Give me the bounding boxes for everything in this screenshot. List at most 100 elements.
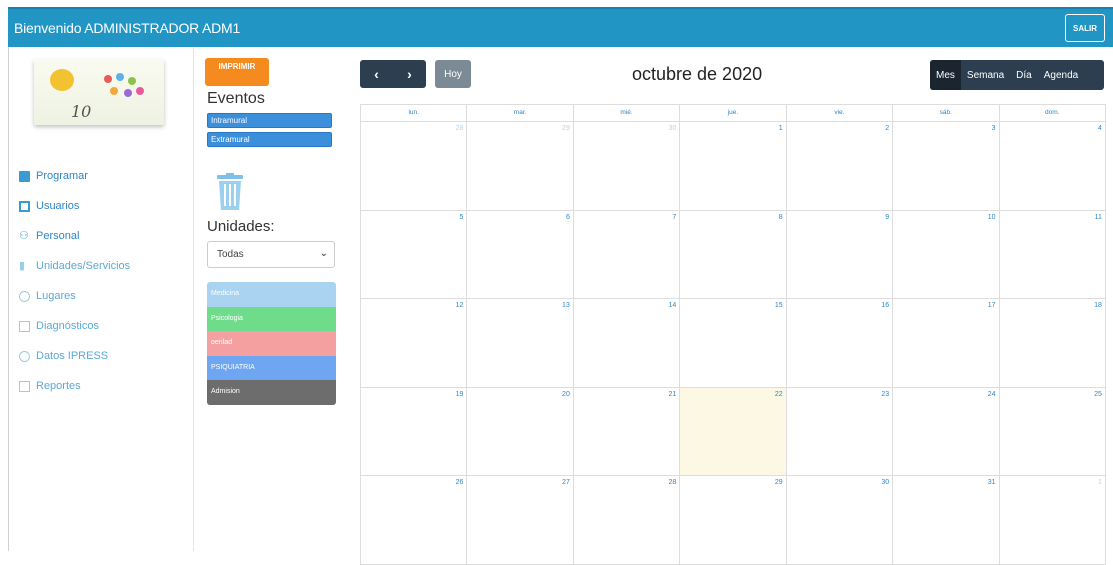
logo-ten: 10: [71, 102, 92, 121]
sidebar-item-datos-ipress[interactable]: Datos IPRESS: [19, 341, 189, 371]
view-day-button[interactable]: Día: [1010, 60, 1038, 90]
day-number[interactable]: 15: [775, 302, 783, 309]
day-number[interactable]: 2: [885, 125, 889, 132]
day-cell-today[interactable]: 22: [680, 387, 787, 476]
day-number[interactable]: 14: [668, 302, 676, 309]
units-list: Medicina Psicologia oenlad PSIQUIATRIA A…: [207, 282, 336, 405]
sidebar-item-personal[interactable]: ⚇ Personal: [19, 221, 189, 251]
event-extramural[interactable]: Extramural: [207, 132, 332, 147]
day-cell[interactable]: 24: [893, 387, 1000, 476]
day-number[interactable]: 13: [562, 302, 570, 309]
day-number[interactable]: 25: [1094, 391, 1102, 398]
day-cell[interactable]: 28: [573, 476, 681, 565]
day-number[interactable]: 6: [566, 214, 570, 221]
day-cell[interactable]: 10: [893, 210, 1000, 299]
day-cell[interactable]: 29: [467, 122, 574, 211]
event-intramural[interactable]: Intramural: [207, 113, 332, 128]
unit-admision[interactable]: Admision: [207, 380, 336, 405]
sidebar-item-lugares[interactable]: Lugares: [19, 281, 189, 311]
day-number[interactable]: 12: [456, 302, 464, 309]
view-agenda-button[interactable]: Agenda: [1038, 60, 1084, 90]
day-cell[interactable]: 18: [999, 299, 1106, 388]
day-number[interactable]: 1: [779, 125, 783, 132]
day-number[interactable]: 24: [988, 391, 996, 398]
day-cell[interactable]: 28: [361, 122, 468, 211]
units-select[interactable]: Todas ⌄: [207, 241, 335, 268]
day-number[interactable]: 23: [881, 391, 889, 398]
day-cell[interactable]: 7: [573, 210, 681, 299]
day-number[interactable]: 29: [562, 125, 570, 132]
day-cell[interactable]: 15: [680, 299, 787, 388]
day-number[interactable]: 7: [672, 214, 676, 221]
day-cell[interactable]: 16: [786, 299, 894, 388]
day-cell[interactable]: 31: [893, 476, 1000, 565]
day-cell[interactable]: 4: [999, 122, 1106, 211]
day-number[interactable]: 22: [775, 391, 783, 398]
sidebar-item-diagnosticos[interactable]: Diagnósticos: [19, 311, 189, 341]
day-number[interactable]: 21: [668, 391, 676, 398]
day-cell[interactable]: 11: [999, 210, 1106, 299]
day-number[interactable]: 16: [881, 302, 889, 309]
weekday-header: lun. mar. mié. jue. vie. sáb. dom.: [361, 105, 1106, 122]
unit-medicina[interactable]: Medicina: [207, 282, 336, 307]
day-cell[interactable]: 5: [361, 210, 468, 299]
day-cell[interactable]: 13: [467, 299, 574, 388]
view-month-button[interactable]: Mes: [930, 60, 961, 90]
day-cell[interactable]: 2: [786, 122, 894, 211]
day-number[interactable]: 31: [988, 479, 996, 486]
day-cell[interactable]: 8: [680, 210, 787, 299]
day-number[interactable]: 28: [668, 479, 676, 486]
day-cell[interactable]: 17: [893, 299, 1000, 388]
day-cell[interactable]: 3: [893, 122, 1000, 211]
day-number[interactable]: 18: [1094, 302, 1102, 309]
today-button[interactable]: Hoy: [435, 60, 471, 88]
chevron-right-icon[interactable]: ›: [393, 60, 426, 88]
day-cell[interactable]: 9: [786, 210, 894, 299]
units-selected-value: Todas: [217, 249, 244, 260]
day-cell[interactable]: 14: [573, 299, 681, 388]
day-number[interactable]: 8: [779, 214, 783, 221]
sidebar-item-usuarios[interactable]: Usuarios: [19, 191, 189, 221]
day-number[interactable]: 10: [988, 214, 996, 221]
sidebar-item-reportes[interactable]: Reportes: [19, 371, 189, 401]
day-number[interactable]: 9: [885, 214, 889, 221]
unit-psiquiatria[interactable]: PSIQUIATRIA: [207, 355, 336, 380]
day-cell[interactable]: 27: [467, 476, 574, 565]
unit-psicologia[interactable]: Psicologia: [207, 306, 336, 331]
day-number[interactable]: 26: [456, 479, 464, 486]
day-number[interactable]: 19: [456, 391, 464, 398]
day-cell[interactable]: 25: [999, 387, 1106, 476]
day-number[interactable]: 3: [992, 125, 996, 132]
day-cell[interactable]: 26: [361, 476, 468, 565]
day-cell[interactable]: 1: [999, 476, 1106, 565]
day-cell[interactable]: 20: [467, 387, 574, 476]
sidebar-item-unidades[interactable]: ▮ Unidades/Servicios: [19, 251, 189, 281]
sidebar-item-programar[interactable]: Programar: [19, 161, 189, 191]
day-number[interactable]: 1: [1098, 479, 1102, 486]
day-number[interactable]: 30: [668, 125, 676, 132]
day-number[interactable]: 30: [881, 479, 889, 486]
day-number[interactable]: 20: [562, 391, 570, 398]
day-cell[interactable]: 19: [361, 387, 468, 476]
logout-button[interactable]: SALIR: [1065, 14, 1105, 42]
day-number[interactable]: 27: [562, 479, 570, 486]
day-cell[interactable]: 29: [680, 476, 787, 565]
day-cell[interactable]: 1: [680, 122, 787, 211]
chevron-left-icon[interactable]: ‹: [360, 60, 393, 88]
day-number[interactable]: 4: [1098, 125, 1102, 132]
day-number[interactable]: 5: [460, 214, 464, 221]
trash-icon[interactable]: [216, 173, 244, 211]
print-button[interactable]: IMPRIMIR: [205, 58, 269, 86]
day-cell[interactable]: 30: [786, 476, 894, 565]
view-week-button[interactable]: Semana: [961, 60, 1010, 90]
day-number[interactable]: 11: [1095, 214, 1102, 221]
day-number[interactable]: 17: [988, 302, 996, 309]
day-number[interactable]: 28: [456, 125, 464, 132]
day-cell[interactable]: 30: [573, 122, 681, 211]
day-cell[interactable]: 12: [361, 299, 468, 388]
day-cell[interactable]: 21: [573, 387, 681, 476]
day-cell[interactable]: 23: [786, 387, 894, 476]
day-number[interactable]: 29: [775, 479, 783, 486]
day-cell[interactable]: 6: [467, 210, 574, 299]
unit-oenlad[interactable]: oenlad: [207, 331, 336, 356]
